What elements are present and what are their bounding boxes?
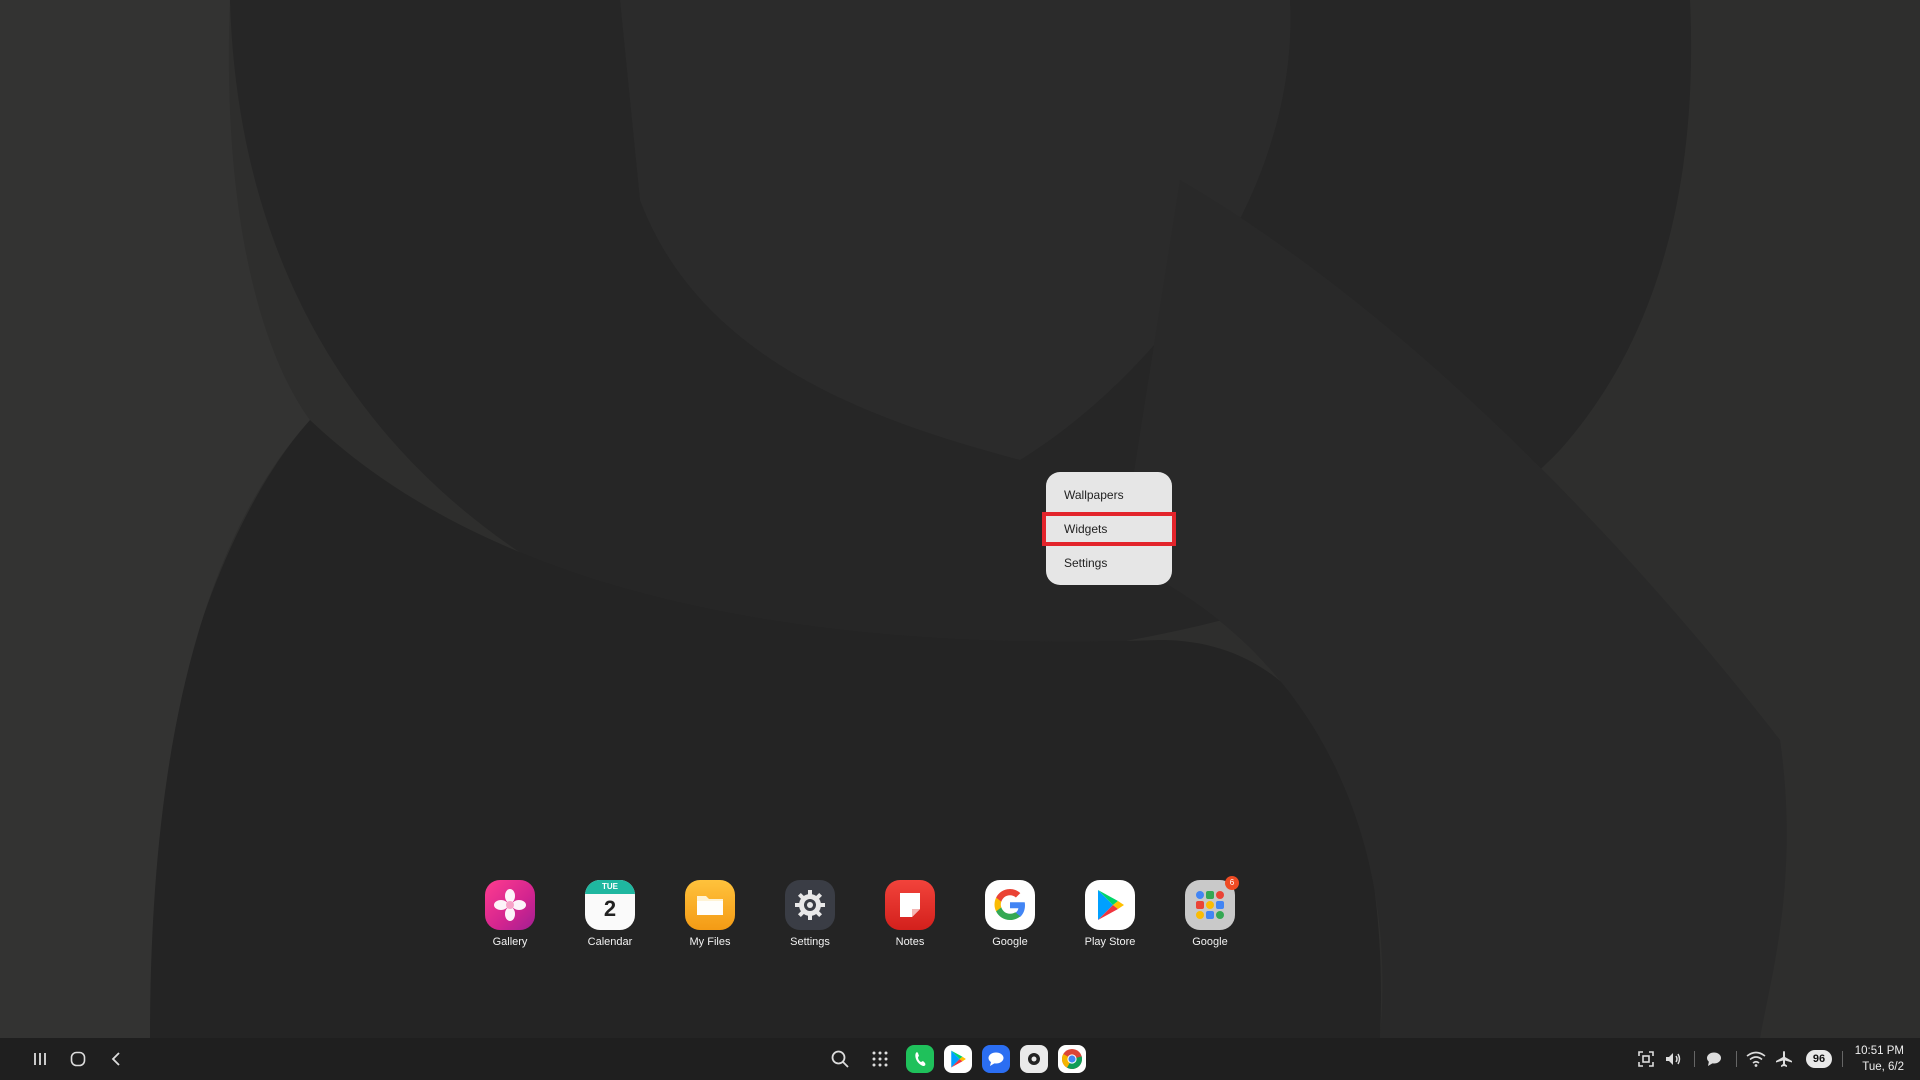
dock-app-label: Google xyxy=(1192,936,1228,948)
taskbar: 96 10:51 PM Tue, 6/2 xyxy=(0,1038,1920,1080)
taskbar-apps xyxy=(826,1044,1096,1074)
calendar-weekday: TUE xyxy=(585,880,635,894)
app-dock: Gallery TUE 2 Calendar My Files Settings… xyxy=(470,876,1470,950)
battery-indicator[interactable]: 96 xyxy=(1806,1050,1832,1068)
google-g-icon xyxy=(985,880,1035,930)
wifi-icon[interactable] xyxy=(1742,1045,1770,1073)
dock-app-google[interactable]: Google xyxy=(970,880,1050,948)
home-icon[interactable] xyxy=(66,1047,90,1071)
tray-divider xyxy=(1736,1051,1737,1067)
back-icon[interactable] xyxy=(104,1047,128,1071)
app-drawer-icon[interactable] xyxy=(866,1045,894,1073)
calendar-icon: TUE 2 xyxy=(585,880,635,930)
clock-time: 10:51 PM xyxy=(1854,1045,1904,1057)
recent-apps-icon[interactable] xyxy=(28,1047,52,1071)
tray-divider xyxy=(1842,1051,1843,1067)
system-tray: 96 10:51 PM Tue, 6/2 xyxy=(1632,1038,1920,1080)
app-folder-icon: 6 xyxy=(1185,876,1239,930)
search-icon[interactable] xyxy=(826,1045,854,1073)
dock-app-label: Gallery xyxy=(492,936,528,948)
dock-app-label: Calendar xyxy=(587,936,633,948)
dock-app-label: Play Store xyxy=(1084,936,1136,948)
calendar-day: 2 xyxy=(603,896,617,921)
tray-divider xyxy=(1694,1051,1695,1067)
phone-icon[interactable] xyxy=(906,1045,934,1073)
clock-date: Tue, 6/2 xyxy=(1862,1061,1904,1073)
notes-icon xyxy=(885,880,935,930)
dock-app-gallery[interactable]: Gallery xyxy=(470,880,550,948)
notification-badge: 6 xyxy=(1225,876,1239,890)
notification-icon[interactable] xyxy=(1700,1045,1728,1073)
clock[interactable]: 10:51 PM Tue, 6/2 xyxy=(1855,1043,1904,1075)
dock-app-label: Settings xyxy=(790,936,830,948)
play-store-icon xyxy=(1085,880,1135,930)
dock-app-notes[interactable]: Notes xyxy=(870,880,950,948)
dock-app-settings[interactable]: Settings xyxy=(770,880,850,948)
dock-app-my-files[interactable]: My Files xyxy=(670,880,750,948)
camera-icon[interactable] xyxy=(1020,1045,1048,1073)
gear-icon xyxy=(785,880,835,930)
menu-item-settings[interactable]: Settings xyxy=(1046,546,1172,580)
dock-app-calendar[interactable]: TUE 2 Calendar xyxy=(570,880,650,948)
dock-app-google-folder[interactable]: 6 Google xyxy=(1170,876,1250,948)
dock-app-label: My Files xyxy=(689,936,731,948)
airplane-mode-icon[interactable] xyxy=(1770,1045,1798,1073)
chrome-icon[interactable] xyxy=(1058,1045,1086,1073)
screenshot-icon[interactable] xyxy=(1632,1045,1660,1073)
dock-app-label: Google xyxy=(992,936,1028,948)
menu-item-wallpapers[interactable]: Wallpapers xyxy=(1046,478,1172,512)
volume-icon[interactable] xyxy=(1659,1045,1687,1073)
gallery-icon xyxy=(485,880,535,930)
folder-icon xyxy=(685,880,735,930)
messages-icon[interactable] xyxy=(982,1045,1010,1073)
dock-app-label: Notes xyxy=(895,936,925,948)
play-store-icon[interactable] xyxy=(944,1045,972,1073)
dock-app-play-store[interactable]: Play Store xyxy=(1070,880,1150,948)
context-menu: Wallpapers Widgets Settings xyxy=(1042,472,1176,585)
menu-item-widgets[interactable]: Widgets xyxy=(1042,512,1176,546)
